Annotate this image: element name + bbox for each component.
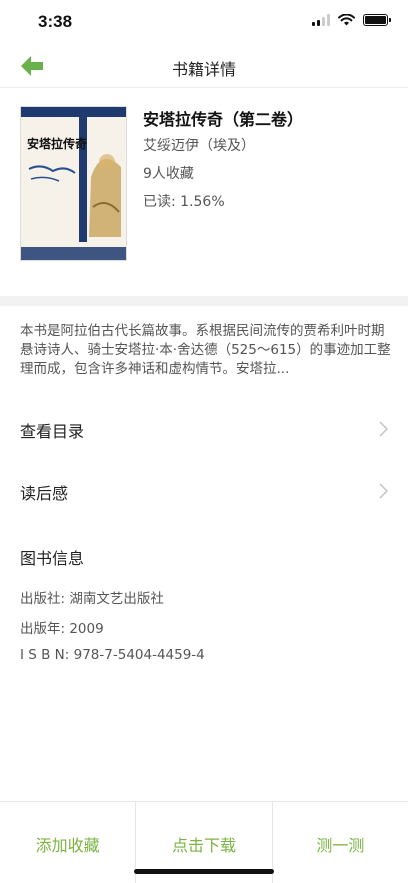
wifi-icon [338,14,355,26]
chevron-right-icon [379,483,388,499]
book-title: 安塔拉传奇（第二卷） [143,110,304,129]
status-icons [312,14,391,26]
publish-year-text: 出版年: 2009 [20,621,104,637]
book-header: 安塔拉传奇 安塔拉传奇（第二卷） 艾绥迈伊（埃及） 9人收藏 已读: 1.56% [0,88,408,296]
add-favorite-button[interactable]: 添加收藏 [0,802,135,883]
quiz-button[interactable]: 测一测 [271,802,408,883]
home-indicator [134,869,274,874]
cover-title: 安塔拉传奇 [27,137,88,151]
nav-bar: 书籍详情 [0,44,408,88]
status-bar: 3:38 [0,0,408,44]
battery-icon [363,14,391,26]
table-of-contents-row[interactable]: 查看目录 [0,404,408,454]
signal-icon [312,14,330,26]
read-progress: 已读: 1.56% [143,194,225,210]
book-description[interactable]: 本书是阿拉伯古代长篇故事。系根据民间流传的贾希利叶时期悬诗诗人、骑士安塔拉·本·… [20,322,392,379]
cover-art [21,107,126,260]
book-author: 艾绥迈伊（埃及） [143,138,255,154]
table-of-contents-label: 查看目录 [20,422,85,441]
reading-notes-label: 读后感 [20,484,69,503]
reading-notes-row[interactable]: 读后感 [0,466,408,516]
page-title: 书籍详情 [171,60,236,79]
book-info-title: 图书信息 [20,549,85,568]
section-divider [0,296,408,306]
book-cover[interactable]: 安塔拉传奇 [20,106,127,261]
isbn-text: I S B N: 978-7-5404-4459-4 [20,647,205,663]
publisher-text: 出版社: 湖南文艺出版社 [20,591,164,607]
status-time: 3:38 [38,12,73,31]
chevron-right-icon [379,421,388,437]
favorite-count: 9人收藏 [143,166,194,182]
